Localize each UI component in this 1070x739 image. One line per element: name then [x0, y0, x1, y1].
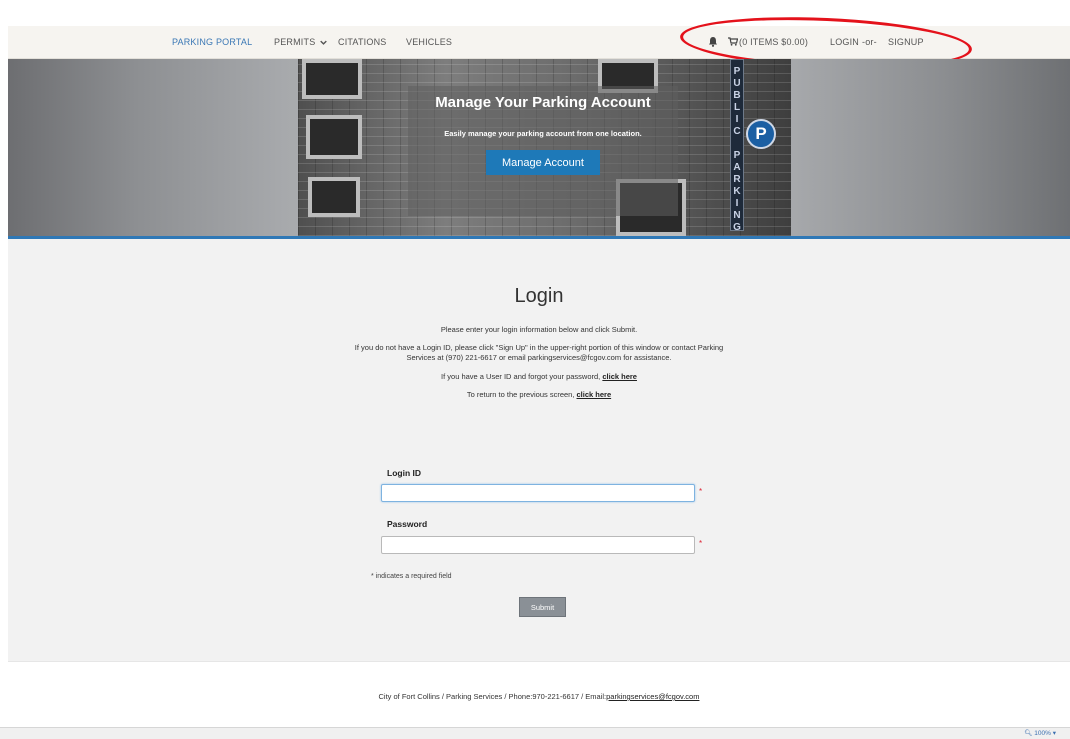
nav-permits-label: PERMITS: [274, 37, 316, 47]
public-parking-sign: PUBLIC PARKING: [730, 59, 744, 234]
nav-login[interactable]: LOGIN: [830, 37, 859, 47]
cart-link[interactable]: (0 ITEMS $0.00): [728, 37, 808, 47]
sign-letter: B: [733, 90, 741, 101]
nav-citations[interactable]: CITATIONS: [338, 37, 386, 47]
bell-icon[interactable]: [708, 36, 718, 47]
browser-status-bar: 🔍︎ 100% ▾: [0, 727, 1070, 739]
sign-letter: P: [733, 66, 741, 77]
footer-contact-text: City of Fort Collins / Parking Services …: [378, 692, 607, 701]
photo-window: [302, 59, 362, 99]
login-id-input[interactable]: [381, 484, 695, 502]
submit-button[interactable]: Submit: [519, 597, 566, 617]
cart-summary: (0 ITEMS $0.00): [739, 37, 809, 47]
forgot-password-line: If you have a User ID and forgot your pa…: [8, 372, 1070, 382]
sign-letter: L: [733, 102, 741, 113]
forgot-password-text: If you have a User ID and forgot your pa…: [441, 372, 601, 381]
photo-window: [308, 177, 360, 217]
hero-banner: PUBLIC PARKING P Manage Your Parking Acc…: [8, 59, 1070, 239]
return-previous-text: To return to the previous screen,: [466, 390, 575, 399]
nav-parking-portal[interactable]: PARKING PORTAL: [172, 37, 252, 47]
hero-title: Manage Your Parking Account: [435, 94, 651, 111]
cart-icon: [728, 37, 738, 46]
photo-window: [306, 115, 362, 159]
chevron-down-icon: [320, 40, 327, 45]
footer-contact: City of Fort Collins / Parking Services …: [8, 692, 1070, 701]
password-label: Password: [387, 519, 428, 529]
return-previous-link[interactable]: click here: [577, 390, 612, 399]
no-login-id-help-line2: Services at (970) 221-6617 or email park…: [406, 353, 672, 362]
chevron-down-icon: ▾: [1052, 730, 1056, 737]
login-id-label: Login ID: [387, 468, 421, 478]
nav-or-separator: -or-: [862, 37, 877, 47]
sign-letter: U: [733, 78, 741, 89]
sign-letter: N: [733, 210, 741, 221]
footer: City of Fort Collins / Parking Services …: [8, 661, 1070, 728]
login-section: Login Please enter your login informatio…: [8, 239, 1070, 661]
zoom-level: 100%: [1034, 730, 1051, 737]
page-title: Login: [514, 285, 564, 307]
sign-letter: K: [733, 186, 741, 197]
nav-permits[interactable]: PERMITS: [274, 37, 329, 47]
footer-email-link[interactable]: parkingservices@fcgov.com: [606, 692, 699, 701]
return-previous-line: To return to the previous screen, click …: [8, 390, 1070, 400]
parking-p-badge: P: [746, 119, 776, 149]
login-instructions: Please enter your login information belo…: [440, 325, 638, 334]
required-field-note: * indicates a required field: [371, 573, 452, 580]
nav-signup[interactable]: SIGNUP: [888, 37, 924, 47]
sign-letter: R: [733, 174, 741, 185]
sign-letter: [731, 138, 743, 150]
sign-letter: G: [733, 222, 741, 233]
manage-account-button[interactable]: Manage Account: [486, 150, 600, 175]
sign-letter: I: [735, 114, 739, 125]
zoom-icon: 🔍︎: [1024, 730, 1033, 737]
zoom-control[interactable]: 🔍︎ 100% ▾: [1024, 729, 1056, 737]
no-login-id-help-line1: If you do not have a Login ID, please cl…: [354, 343, 724, 352]
hero-card: Manage Your Parking Account Easily manag…: [408, 86, 678, 216]
password-input[interactable]: [381, 536, 695, 554]
sign-letters: PUBLIC PARKING: [731, 66, 743, 234]
sign-letter: A: [733, 162, 741, 173]
nav-vehicles[interactable]: VEHICLES: [406, 37, 452, 47]
top-nav: PARKING PORTAL PERMITS CITATIONS VEHICLE…: [8, 26, 1070, 59]
hero-subtitle: Easily manage your parking account from …: [444, 129, 642, 138]
required-asterisk: *: [699, 539, 703, 548]
sign-letter: C: [733, 126, 741, 137]
required-asterisk: *: [699, 487, 703, 496]
sign-letter: I: [735, 198, 739, 209]
forgot-password-link[interactable]: click here: [602, 372, 637, 381]
sign-letter: P: [733, 150, 741, 161]
